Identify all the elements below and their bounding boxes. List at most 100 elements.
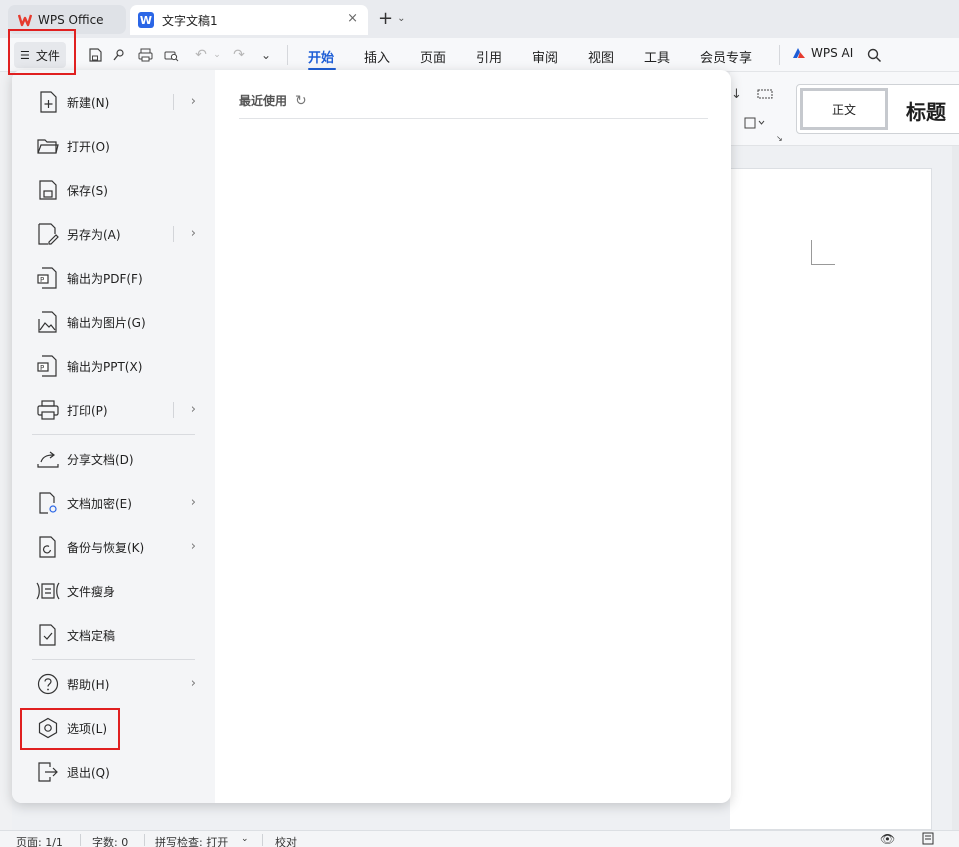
export-image-icon: [36, 310, 60, 334]
svg-text:P: P: [40, 276, 44, 284]
tab-document-label: 文字文稿1: [162, 13, 218, 28]
new-doc-icon: [36, 90, 60, 114]
style-normal[interactable]: 正文: [800, 88, 888, 130]
page-view-icon[interactable]: [922, 832, 934, 845]
menu-item-export-image-label: 输出为图片(G): [67, 315, 146, 330]
backup-icon: [36, 535, 60, 559]
slim-file-icon: [36, 579, 60, 603]
menu-item-export-ppt[interactable]: P 输出为PPT(X): [32, 348, 196, 384]
menu-item-save-as[interactable]: 另存为(A) ›: [32, 216, 196, 252]
wps-ai-icon: [793, 48, 805, 58]
brush-quick-icon[interactable]: [110, 46, 128, 64]
undo-dropdown-icon[interactable]: ⌄: [208, 46, 226, 64]
menu-item-save[interactable]: 保存(S): [32, 172, 196, 208]
tab-document[interactable]: W 文字文稿1 ×: [130, 5, 368, 35]
chevron-right-icon[interactable]: ›: [191, 94, 196, 109]
tab-view[interactable]: 视图: [588, 47, 614, 66]
chevron-right-icon[interactable]: ›: [191, 226, 196, 241]
refresh-icon[interactable]: ↻: [295, 93, 307, 109]
chevron-down-icon[interactable]: ⌄: [397, 13, 405, 24]
tab-page[interactable]: 页面: [420, 47, 446, 66]
menu-item-share[interactable]: 分享文档(D): [32, 441, 196, 477]
menu-item-new-label: 新建(N): [67, 95, 110, 110]
vertical-scrollbar[interactable]: [952, 146, 959, 830]
menu-item-backup-label: 备份与恢复(K): [67, 540, 145, 555]
chevron-right-icon[interactable]: ›: [191, 402, 196, 417]
menu-item-export-pdf[interactable]: P 输出为PDF(F): [32, 260, 196, 296]
tab-member[interactable]: 会员专享: [700, 47, 752, 66]
borders-icon[interactable]: [744, 117, 766, 129]
finalize-icon: [36, 623, 60, 647]
folder-open-icon: [36, 134, 60, 158]
print-preview-quick-icon[interactable]: [162, 46, 180, 64]
sort-icon[interactable]: ↓: [731, 87, 742, 102]
chevron-right-icon[interactable]: ›: [191, 676, 196, 691]
close-tab-icon[interactable]: ×: [347, 11, 358, 26]
status-page[interactable]: 页面: 1/1: [16, 834, 63, 847]
save-as-icon: [36, 222, 60, 246]
menu-item-backup[interactable]: 备份与恢复(K) ›: [32, 529, 196, 565]
save-quick-icon[interactable]: [86, 46, 104, 64]
menu-item-open[interactable]: 打开(O): [32, 128, 196, 164]
show-marks-icon[interactable]: [757, 88, 773, 100]
exit-icon: [36, 760, 60, 784]
highlight-file-button: [8, 29, 76, 75]
svg-text:P: P: [40, 364, 44, 372]
wps-ai-button[interactable]: WPS AI: [792, 46, 853, 60]
search-icon[interactable]: [865, 46, 883, 64]
writer-doc-icon: W: [138, 12, 154, 28]
recent-files-header: 最近使用 ↻: [239, 92, 307, 109]
ribbon-bar: ☰ 文件 ↶ ⌄ ↷ ⌄ 开始 插入 页面 引用 审阅 视图 工具 会员专享 W…: [0, 38, 959, 72]
tab-review[interactable]: 审阅: [532, 47, 558, 66]
menu-item-encrypt-label: 文档加密(E): [67, 496, 132, 511]
menu-item-help[interactable]: 帮助(H) ›: [32, 666, 196, 702]
print-icon: [36, 398, 60, 422]
menu-divider: [32, 659, 195, 660]
redo-icon[interactable]: ↷: [230, 46, 248, 64]
menu-item-exit[interactable]: 退出(Q): [32, 754, 196, 790]
menu-item-export-image[interactable]: 输出为图片(G): [32, 304, 196, 340]
tab-home[interactable]: 开始: [308, 47, 334, 66]
recent-files-title: 最近使用: [239, 94, 288, 108]
menu-item-slim[interactable]: 文件瘦身: [32, 573, 196, 609]
paragraph-dialog-icon[interactable]: ↘: [776, 134, 783, 143]
chevron-right-icon[interactable]: ›: [191, 539, 196, 554]
chevron-down-icon[interactable]: ⌄: [241, 834, 249, 844]
plus-icon: +: [378, 8, 394, 29]
tab-insert[interactable]: 插入: [364, 47, 390, 66]
menu-item-save-as-label: 另存为(A): [67, 227, 121, 242]
menu-item-encrypt[interactable]: 文档加密(E) ›: [32, 485, 196, 521]
tab-wps-office-label: WPS Office: [38, 12, 104, 27]
menu-item-new[interactable]: 新建(N) ›: [32, 84, 196, 120]
menu-item-slim-label: 文件瘦身: [67, 584, 116, 599]
wps-logo-icon: [18, 14, 32, 26]
print-quick-icon[interactable]: [136, 46, 154, 64]
menu-item-finalize-label: 文档定稿: [67, 628, 116, 643]
menu-item-open-label: 打开(O): [67, 139, 110, 154]
document-page[interactable]: [730, 168, 932, 830]
status-spell-check[interactable]: 拼写检查: 打开: [155, 834, 228, 847]
title-tab-bar: WPS Office W 文字文稿1 × + ⌄: [0, 0, 959, 38]
status-word-count[interactable]: 字数: 0: [92, 834, 128, 847]
more-quick-access-icon[interactable]: ⌄: [257, 46, 275, 64]
menu-item-finalize[interactable]: 文档定稿: [32, 617, 196, 653]
encrypt-icon: [36, 491, 60, 515]
menu-item-exit-label: 退出(Q): [67, 765, 110, 780]
menu-item-help-label: 帮助(H): [67, 677, 110, 692]
menu-item-share-label: 分享文档(D): [67, 452, 134, 467]
page-corner-marker: [811, 240, 835, 265]
tab-tools[interactable]: 工具: [644, 47, 670, 66]
tab-references[interactable]: 引用: [476, 47, 502, 66]
eye-icon[interactable]: 👁: [880, 832, 895, 846]
highlight-options-item: [20, 708, 120, 750]
menu-item-print[interactable]: 打印(P) ›: [32, 392, 196, 428]
status-proofread[interactable]: 校对: [275, 834, 297, 847]
menu-item-export-pdf-label: 输出为PDF(F): [67, 271, 143, 286]
style-heading[interactable]: 标题: [906, 96, 946, 125]
menu-item-export-ppt-label: 输出为PPT(X): [67, 359, 143, 374]
recent-files-divider: [239, 118, 708, 119]
wps-ai-label: WPS AI: [811, 46, 854, 60]
new-tab-button[interactable]: + ⌄: [378, 8, 405, 29]
chevron-right-icon[interactable]: ›: [191, 495, 196, 510]
status-bar: 页面: 1/1 字数: 0 拼写检查: 打开 ⌄ 校对 👁: [0, 830, 959, 847]
